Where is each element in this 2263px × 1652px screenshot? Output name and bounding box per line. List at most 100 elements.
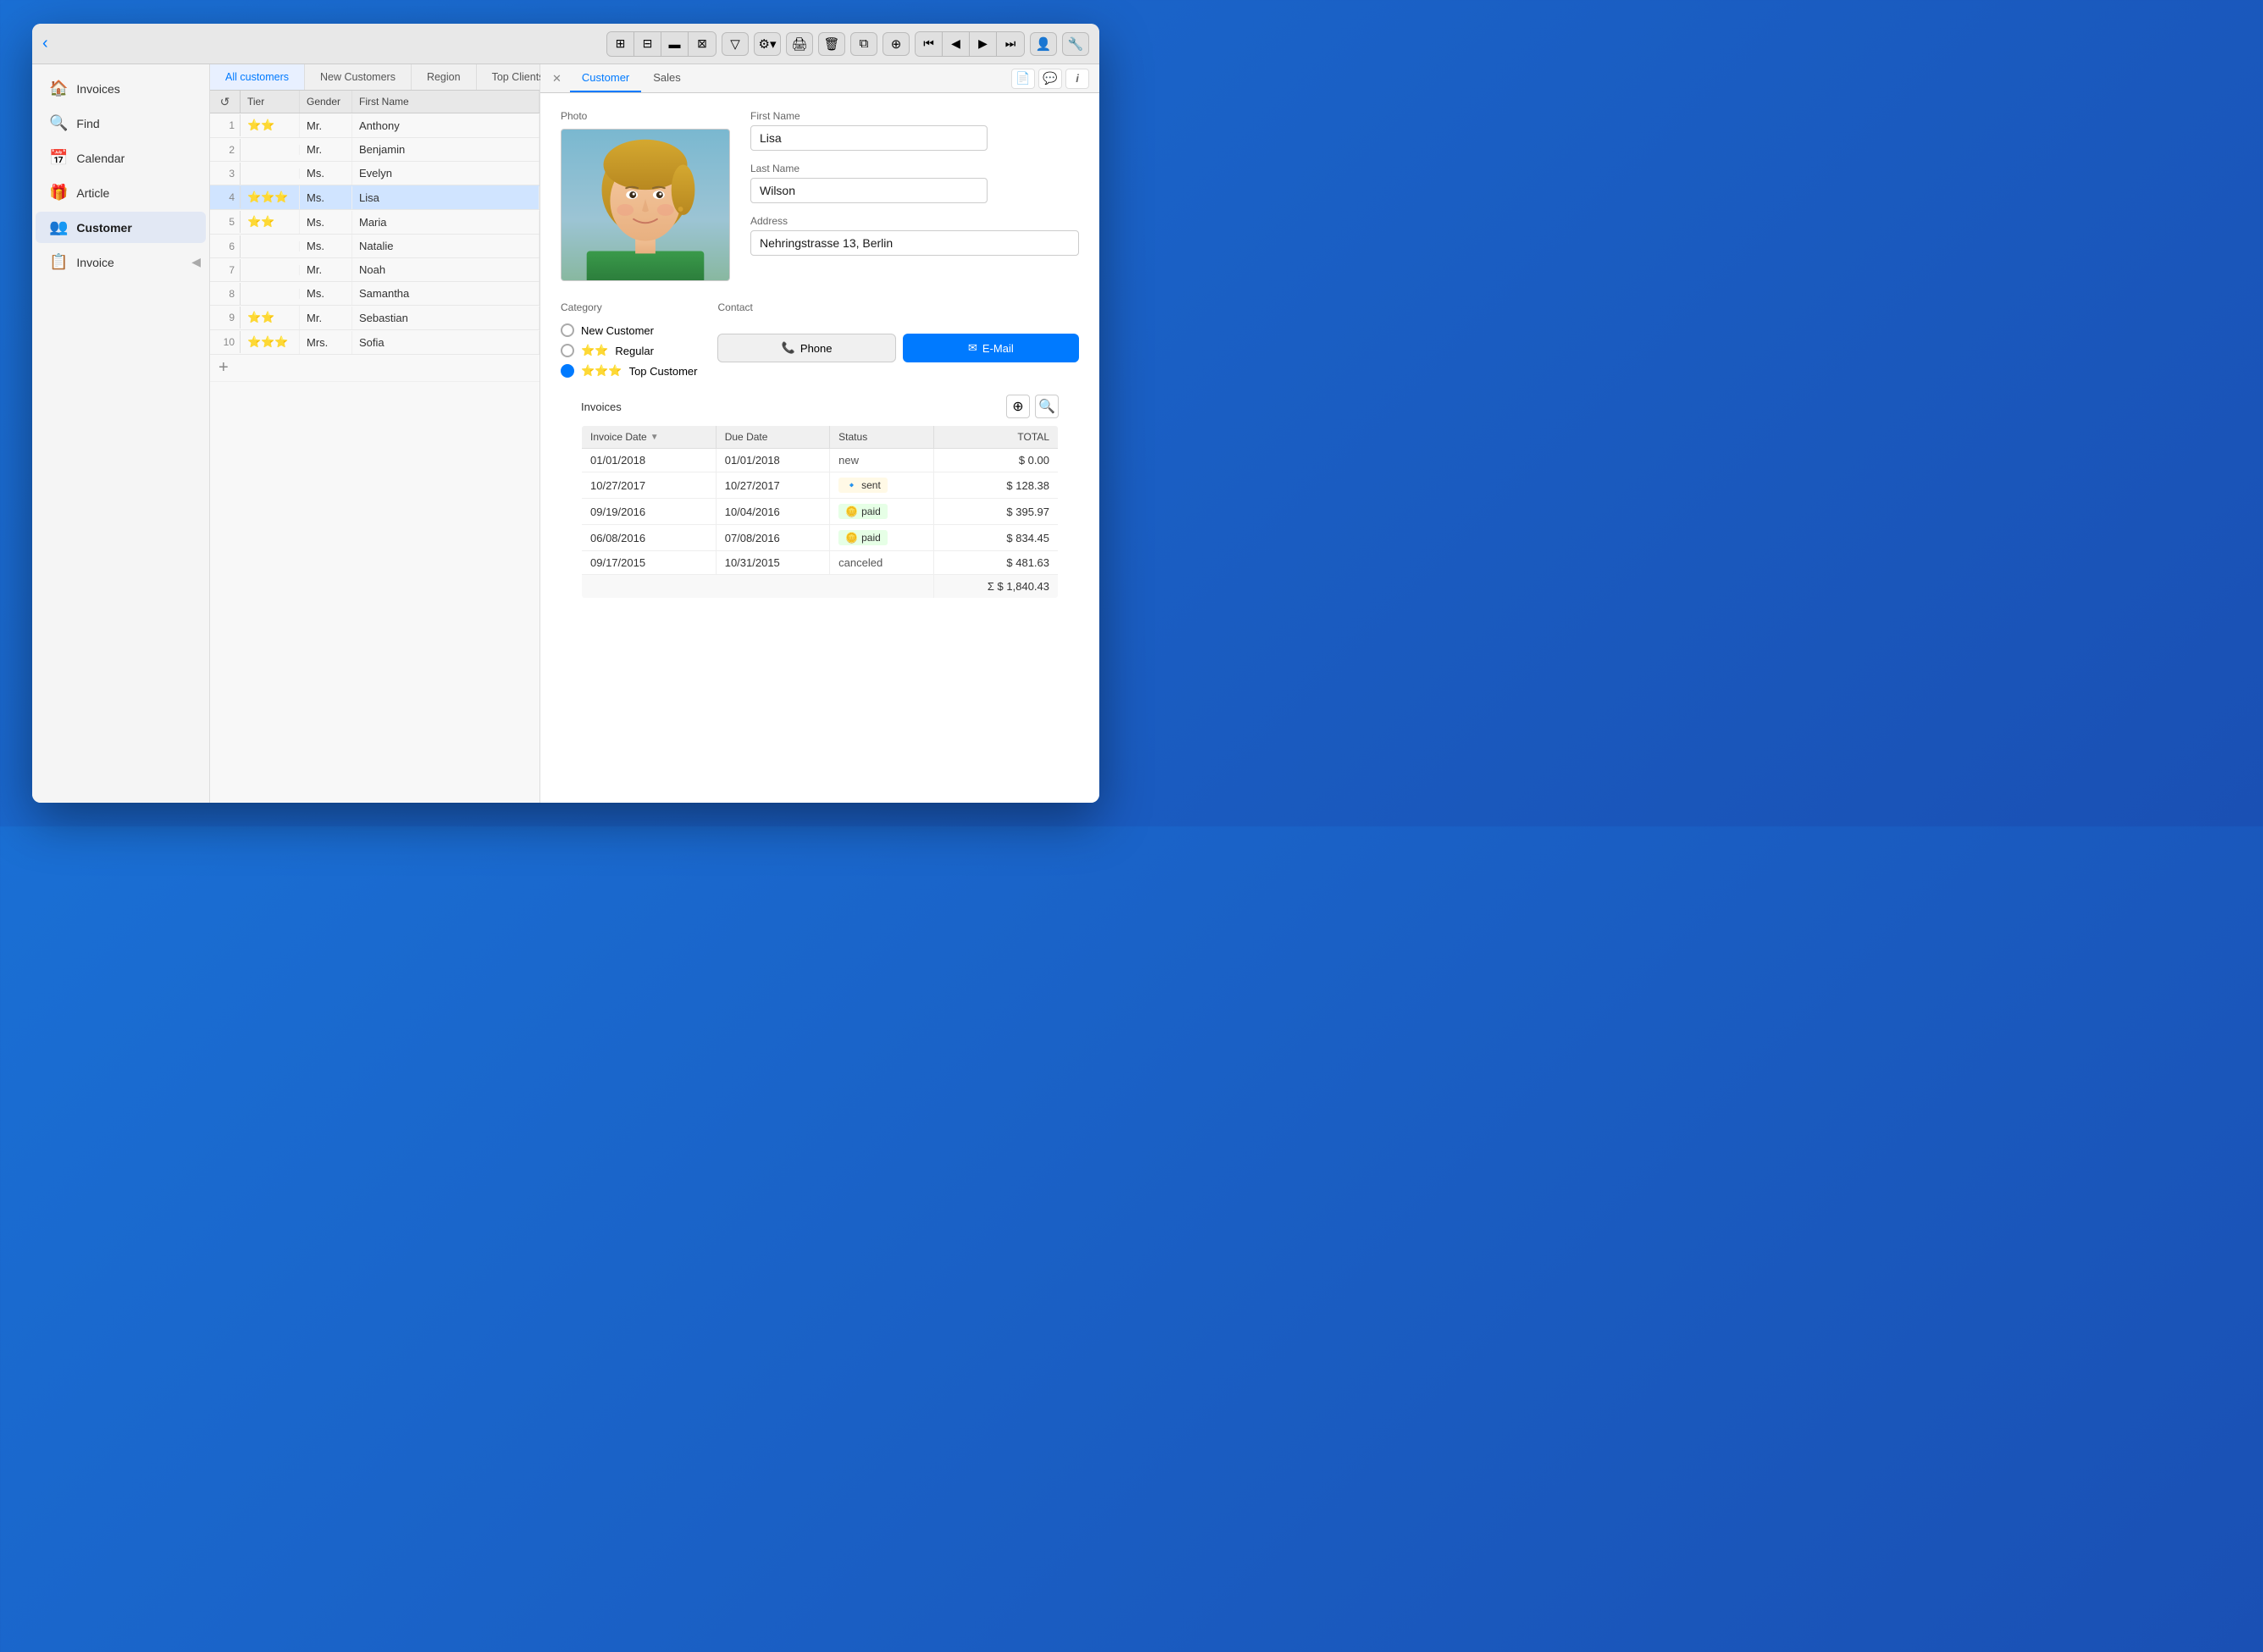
invoice-row[interactable]: 01/01/2018 01/01/2018 new $ 0.00 bbox=[582, 449, 1059, 472]
refresh-btn[interactable]: ↺ bbox=[210, 91, 241, 113]
sort-icon: ▼ bbox=[650, 433, 659, 442]
invoice-icon: 📋 bbox=[49, 253, 68, 271]
invoice-add-btn[interactable]: ⊕ bbox=[1006, 395, 1030, 418]
inv-status: new bbox=[830, 449, 934, 472]
back-button[interactable]: ‹ bbox=[42, 34, 48, 53]
th-tier: Tier bbox=[241, 91, 300, 113]
trash-btn[interactable]: 🗑 bbox=[818, 32, 845, 56]
phone-btn-label: Phone bbox=[800, 342, 833, 355]
detail-top: Photo bbox=[561, 110, 1079, 281]
sidebar-item-invoices[interactable]: 🏠 Invoices bbox=[36, 73, 206, 104]
email-button[interactable]: ✉ E-Mail bbox=[903, 334, 1079, 362]
nav-last-btn[interactable]: ⏭ bbox=[997, 32, 1024, 56]
add-btn[interactable]: ⊕ bbox=[883, 32, 910, 56]
category-regular[interactable]: ⭐⭐ Regular bbox=[561, 344, 697, 357]
row-tier bbox=[241, 169, 300, 179]
table-row[interactable]: 6 Ms. Natalie bbox=[210, 235, 539, 258]
detail-tab-sales[interactable]: Sales bbox=[641, 64, 693, 92]
last-name-input[interactable] bbox=[750, 178, 988, 203]
phone-button[interactable]: 📞 Phone bbox=[717, 334, 895, 362]
invoice-search-btn[interactable]: 🔍 bbox=[1035, 395, 1059, 418]
inv-total: $ 834.45 bbox=[934, 525, 1059, 551]
sidebar-item-find[interactable]: 🔍 Find bbox=[36, 108, 206, 139]
inv-status: 🪙 paid bbox=[830, 525, 934, 551]
nav-first-btn[interactable]: ⏮ bbox=[916, 32, 943, 56]
invoice-row[interactable]: 09/19/2016 10/04/2016 🪙 paid $ 395.97 bbox=[582, 499, 1059, 525]
inv-due: 10/27/2017 bbox=[716, 472, 829, 499]
copy-btn[interactable]: ⧉ bbox=[850, 32, 877, 56]
table-row[interactable]: 10 ⭐⭐⭐ Mrs. Sofia bbox=[210, 330, 539, 355]
row-gender: Mr. bbox=[300, 258, 352, 281]
customer-detail-content: Photo bbox=[540, 93, 1099, 633]
table-row[interactable]: 4 ⭐⭐⭐ Ms. Lisa bbox=[210, 185, 539, 210]
print-btn[interactable]: 🖨 bbox=[786, 32, 813, 56]
table-row[interactable]: 8 Ms. Samantha bbox=[210, 282, 539, 306]
table-row[interactable]: 3 Ms. Evelyn bbox=[210, 162, 539, 185]
detail-tab-info[interactable]: i bbox=[1065, 69, 1089, 89]
row-gender: Ms. bbox=[300, 211, 352, 234]
sidebar-item-customer[interactable]: 👥 Customer bbox=[36, 212, 206, 243]
user-btn[interactable]: 👤 bbox=[1030, 32, 1057, 56]
wrench-btn[interactable]: 🔧 bbox=[1062, 32, 1089, 56]
sidebar-item-invoice[interactable]: 📋 Invoice ◀ bbox=[36, 246, 206, 278]
tab-region[interactable]: Region bbox=[412, 64, 477, 90]
fields-section: First Name Last Name Address bbox=[750, 110, 1079, 281]
photo-label: Photo bbox=[561, 110, 730, 122]
row-firstname: Maria bbox=[352, 211, 539, 234]
detail-tab-icons: 📄 💬 i bbox=[1011, 69, 1096, 89]
list-view-btn[interactable]: ⊞ bbox=[607, 32, 634, 56]
category-contact: Category New Customer ⭐⭐ Regular ⭐ bbox=[561, 301, 1079, 378]
home-icon: 🏠 bbox=[49, 80, 68, 97]
nav-group: ⏮ ◀ ▶ ⏭ bbox=[915, 31, 1025, 57]
total-empty bbox=[582, 575, 934, 599]
filter-btn[interactable]: ▽ bbox=[722, 32, 749, 56]
inv-total: $ 128.38 bbox=[934, 472, 1059, 499]
regular-stars: ⭐⭐ bbox=[581, 344, 608, 357]
table-row[interactable]: 9 ⭐⭐ Mr. Sebastian bbox=[210, 306, 539, 330]
tab-new-customers[interactable]: New Customers bbox=[305, 64, 412, 90]
row-gender: Mr. bbox=[300, 307, 352, 329]
row-firstname: Natalie bbox=[352, 235, 539, 257]
customer-icon: 👥 bbox=[49, 218, 68, 236]
row-tier: ⭐⭐⭐ bbox=[241, 185, 300, 209]
grid-view-btn[interactable]: ⊟ bbox=[634, 32, 661, 56]
tab-all-customers[interactable]: All customers bbox=[210, 64, 305, 90]
gift-icon: 🎁 bbox=[49, 184, 68, 202]
table-view-btn[interactable]: ⊠ bbox=[689, 32, 716, 56]
invoice-row[interactable]: 09/17/2015 10/31/2015 canceled $ 481.63 bbox=[582, 551, 1059, 575]
inv-status: 🔹 sent bbox=[830, 472, 934, 499]
category-new[interactable]: New Customer bbox=[561, 323, 697, 337]
th-firstname: First Name bbox=[352, 91, 539, 113]
main-content: 🏠 Invoices 🔍 Find 📅 Calendar 🎁 Article 👥… bbox=[32, 64, 1099, 803]
nav-next-btn[interactable]: ▶ bbox=[970, 32, 997, 56]
row-gender: Ms. bbox=[300, 282, 352, 305]
detail-tab-chat[interactable]: 💬 bbox=[1038, 69, 1062, 89]
row-gender: Ms. bbox=[300, 162, 352, 185]
detail-tab-doc[interactable]: 📄 bbox=[1011, 69, 1035, 89]
invoice-collapse-arrow: ◀ bbox=[191, 255, 201, 269]
th-invoice-date: Invoice Date ▼ bbox=[582, 426, 717, 449]
add-row-btn[interactable]: + bbox=[210, 355, 539, 382]
table-area: All customers New Customers Region Top C… bbox=[210, 64, 540, 803]
invoice-row[interactable]: 10/27/2017 10/27/2017 🔹 sent $ 128.38 bbox=[582, 472, 1059, 499]
top-stars: ⭐⭐⭐ bbox=[581, 364, 622, 378]
sidebar-item-article[interactable]: 🎁 Article bbox=[36, 177, 206, 208]
table-row[interactable]: 7 Mr. Noah bbox=[210, 258, 539, 282]
invoice-row[interactable]: 06/08/2016 07/08/2016 🪙 paid $ 834.45 bbox=[582, 525, 1059, 551]
table-row[interactable]: 1 ⭐⭐ Mr. Anthony bbox=[210, 113, 539, 138]
first-name-input[interactable] bbox=[750, 125, 988, 151]
nav-prev-btn[interactable]: ◀ bbox=[943, 32, 970, 56]
address-input[interactable] bbox=[750, 230, 1079, 256]
chart-view-btn[interactable]: ▬ bbox=[661, 32, 689, 56]
gear-btn[interactable]: ⚙▾ bbox=[754, 32, 781, 56]
detail-tab-customer[interactable]: Customer bbox=[570, 64, 641, 92]
row-firstname: Lisa bbox=[352, 186, 539, 209]
category-top[interactable]: ⭐⭐⭐ Top Customer bbox=[561, 364, 697, 378]
sidebar-item-calendar[interactable]: 📅 Calendar bbox=[36, 142, 206, 174]
inv-due: 10/31/2015 bbox=[716, 551, 829, 575]
invoice-grand-total: Σ $ 1,840.43 bbox=[934, 575, 1059, 599]
table-row[interactable]: 5 ⭐⭐ Ms. Maria bbox=[210, 210, 539, 235]
detail-tab-close[interactable]: ✕ bbox=[544, 67, 570, 91]
view-toggle-group: ⊞ ⊟ ▬ ⊠ bbox=[606, 31, 717, 57]
table-row[interactable]: 2 Mr. Benjamin bbox=[210, 138, 539, 162]
